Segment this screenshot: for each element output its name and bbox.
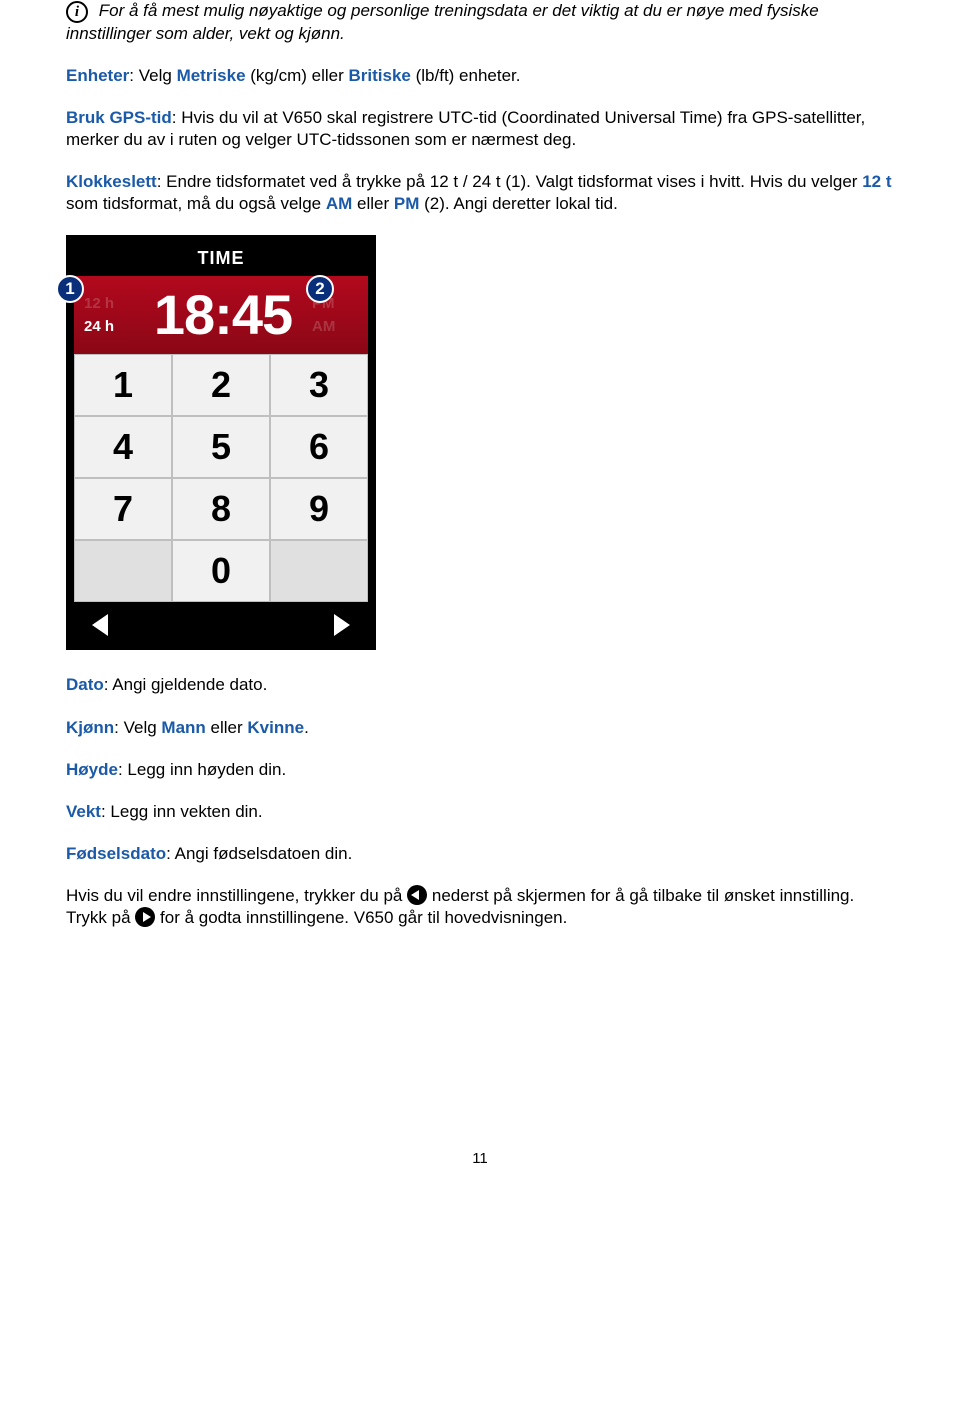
text: eller — [206, 718, 248, 737]
klokke-label: Klokkeslett — [66, 172, 157, 191]
key-blank-right — [270, 540, 368, 602]
dato-para: Dato: Angi gjeldende dato. — [66, 674, 894, 696]
klokke-para: Klokkeslett: Endre tidsformatet ved å tr… — [66, 171, 894, 215]
text: : Hvis du vil at V650 skal registrere UT… — [66, 108, 865, 149]
key-5[interactable]: 5 — [172, 416, 270, 478]
device-mockup: 1 2 TIME 12 h 24 h 18:45 PM AM 1 2 3 4 5… — [66, 235, 376, 650]
fdato-para: Fødselsdato: Angi fødselsdatoen din. — [66, 843, 894, 865]
hoyde-label: Høyde — [66, 760, 118, 779]
text: : Velg — [114, 718, 161, 737]
back-icon — [407, 885, 427, 905]
device-navbar — [74, 602, 368, 642]
text: : Angi gjeldende dato. — [104, 675, 268, 694]
kjonn-label: Kjønn — [66, 718, 114, 737]
klokke-am: AM — [326, 194, 352, 213]
dato-label: Dato — [66, 675, 104, 694]
page-number: 11 — [66, 1149, 894, 1169]
key-1[interactable]: 1 — [74, 354, 172, 416]
forward-icon — [135, 907, 155, 927]
vekt-para: Vekt: Legg inn vekten din. — [66, 801, 894, 823]
callout-2: 2 — [306, 275, 334, 303]
key-3[interactable]: 3 — [270, 354, 368, 416]
key-9[interactable]: 9 — [270, 478, 368, 540]
gps-label: Bruk GPS-tid — [66, 108, 172, 127]
text: (2). Angi deretter lokal tid. — [419, 194, 617, 213]
format-selector[interactable]: 12 h 24 h — [74, 294, 134, 337]
outro-para: Hvis du vil endre innstillingene, trykke… — [66, 885, 894, 929]
key-8[interactable]: 8 — [172, 478, 270, 540]
key-7[interactable]: 7 — [74, 478, 172, 540]
keypad: 1 2 3 4 5 6 7 8 9 0 — [74, 354, 368, 602]
key-4[interactable]: 4 — [74, 416, 172, 478]
enheter-opt2: Britiske — [349, 66, 411, 85]
nav-prev-icon[interactable] — [92, 614, 108, 636]
text: : Legg inn vekten din. — [101, 802, 263, 821]
klokke-12t: 12 t — [862, 172, 891, 191]
text: for å godta innstillingene. V650 går til… — [160, 908, 567, 927]
text: : Angi fødselsdatoen din. — [166, 844, 352, 863]
klokke-pm: PM — [394, 194, 420, 213]
intro-para: i For å få mest mulig nøyaktige og perso… — [66, 0, 894, 45]
key-blank-left — [74, 540, 172, 602]
text: (kg/cm) eller — [246, 66, 349, 85]
text: . — [304, 718, 309, 737]
text: (lb/ft) enheter. — [411, 66, 521, 85]
info-icon: i — [66, 1, 88, 23]
enheter-opt1: Metriske — [177, 66, 246, 85]
hoyde-para: Høyde: Legg inn høyden din. — [66, 759, 894, 781]
key-0[interactable]: 0 — [172, 540, 270, 602]
kjonn-kvinne: Kvinne — [247, 718, 304, 737]
fdato-label: Fødselsdato — [66, 844, 166, 863]
text: : Endre tidsformatet ved å trykke på 12 … — [157, 172, 862, 191]
text: som tidsformat, må du også velge — [66, 194, 326, 213]
key-2[interactable]: 2 — [172, 354, 270, 416]
text: eller — [352, 194, 394, 213]
callout-1: 1 — [56, 275, 84, 303]
time-display: 18:45 — [134, 279, 312, 352]
device-title: TIME — [74, 243, 368, 276]
ampm-am[interactable]: AM — [312, 317, 368, 337]
kjonn-mann: Mann — [161, 718, 205, 737]
text: : Velg — [129, 66, 176, 85]
enheter-label: Enheter — [66, 66, 129, 85]
nav-next-icon[interactable] — [334, 614, 350, 636]
kjonn-para: Kjønn: Velg Mann eller Kvinne. — [66, 717, 894, 739]
key-6[interactable]: 6 — [270, 416, 368, 478]
text: : Legg inn høyden din. — [118, 760, 286, 779]
enheter-para: Enheter: Velg Metriske (kg/cm) eller Bri… — [66, 65, 894, 87]
text: Hvis du vil endre innstillingene, trykke… — [66, 886, 407, 905]
vekt-label: Vekt — [66, 802, 101, 821]
gps-para: Bruk GPS-tid: Hvis du vil at V650 skal r… — [66, 107, 894, 151]
format-12h[interactable]: 12 h — [84, 294, 134, 314]
format-24h[interactable]: 24 h — [84, 317, 134, 337]
intro-text: For å få mest mulig nøyaktige og personl… — [66, 1, 819, 43]
